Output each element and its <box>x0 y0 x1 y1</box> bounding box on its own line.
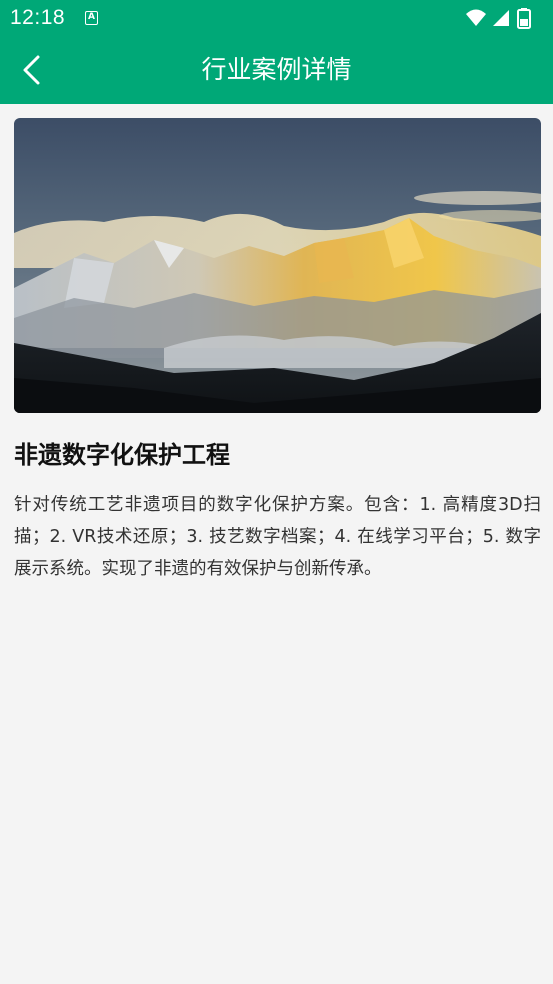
case-image <box>14 118 541 413</box>
case-description: 针对传统工艺非遗项目的数字化保护方案。包含：1. 高精度3D扫描；2. VR技术… <box>14 495 541 579</box>
status-bar: 12:18 A <box>0 0 553 36</box>
chevron-left-icon <box>23 55 40 85</box>
notification-icon: A <box>85 11 98 25</box>
case-title: 非遗数字化保护工程 <box>14 441 230 469</box>
wifi-icon <box>466 9 486 26</box>
page-title: 行业案例详情 <box>201 55 352 84</box>
status-time: 12:18 <box>10 6 66 29</box>
app-bar: 行业案例详情 <box>0 36 553 104</box>
battery-icon <box>517 8 531 29</box>
back-button[interactable] <box>14 50 54 90</box>
status-icons <box>465 7 545 29</box>
case-detail: 非遗数字化保护工程 针对传统工艺非遗项目的数字化保护方案。包含：1. 高精度3D… <box>14 118 541 585</box>
signal-icon <box>493 10 509 26</box>
